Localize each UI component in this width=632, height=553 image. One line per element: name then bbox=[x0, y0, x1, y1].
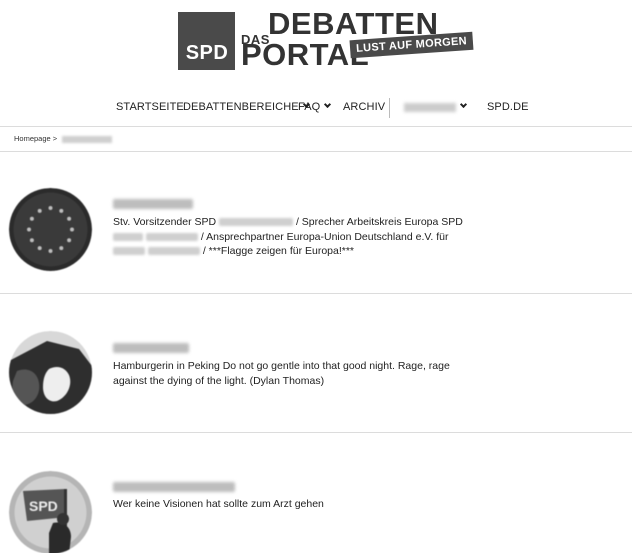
breadcrumb-separator: > bbox=[52, 134, 58, 143]
divider bbox=[0, 151, 632, 152]
nav-debattenbereiche-label: DEBATTENBEREICHE bbox=[183, 101, 299, 113]
nav-startseite[interactable]: STARTSEITE bbox=[116, 101, 184, 113]
avatar[interactable] bbox=[9, 188, 92, 271]
avatar[interactable]: SPD bbox=[9, 471, 92, 553]
profile-bio: Wer keine Visionen hat sollte zum Arzt g… bbox=[113, 498, 324, 510]
nav-debattenbereiche[interactable]: DEBATTENBEREICHE bbox=[183, 100, 310, 113]
profile-name-redacted[interactable] bbox=[113, 199, 193, 209]
nav-archiv[interactable]: ARCHIV bbox=[343, 101, 385, 113]
redacted-text bbox=[145, 232, 198, 241]
redacted-username bbox=[404, 102, 456, 112]
bio-text: Stv. Vorsitzender SPD bbox=[113, 216, 217, 228]
site-logo[interactable]: SPD DAS DEBATTEN PORTAL LUST AUF MORGEN bbox=[178, 8, 474, 70]
bio-text: / Ansprechpartner Europa-Union Deutschla… bbox=[200, 230, 449, 243]
spd-logo-box: SPD bbox=[178, 12, 235, 70]
profile-name-redacted[interactable] bbox=[113, 482, 235, 492]
nav-user-menu[interactable] bbox=[404, 100, 468, 113]
nav-faq-label: FAQ bbox=[298, 101, 321, 113]
avatar[interactable] bbox=[9, 331, 92, 414]
profile-bio: Hamburgerin in Peking Do not go gentle i… bbox=[113, 360, 450, 387]
profile-bio: Stv. Vorsitzender SPD / Sprecher Arbeits… bbox=[113, 215, 473, 259]
chevron-down-icon bbox=[324, 100, 332, 109]
breadcrumb-home[interactable]: Homepage bbox=[14, 134, 51, 143]
eu-flag-avatar-image bbox=[9, 188, 92, 271]
redacted-text bbox=[147, 247, 200, 256]
svg-text:SPD: SPD bbox=[29, 498, 58, 514]
chevron-down-icon bbox=[459, 100, 468, 109]
divider bbox=[0, 432, 632, 433]
bio-text: / ***Flagge zeigen für Europa!*** bbox=[202, 245, 355, 257]
breadcrumb-current-redacted bbox=[62, 135, 113, 143]
nav-faq[interactable]: FAQ bbox=[298, 100, 332, 113]
breadcrumb: Homepage > bbox=[14, 134, 113, 143]
flag-bearer-avatar-image: SPD bbox=[9, 471, 92, 553]
redacted-text bbox=[113, 247, 145, 256]
person-avatar-image bbox=[9, 331, 92, 414]
profile-name-redacted[interactable] bbox=[113, 343, 189, 353]
divider bbox=[0, 293, 632, 294]
spd-logo-text: SPD bbox=[185, 42, 229, 64]
logo-debatten-text: DEBATTEN bbox=[268, 6, 439, 41]
nav-spd-de[interactable]: SPD.DE bbox=[487, 101, 529, 113]
main-navigation: STARTSEITE DEBATTENBEREICHE FAQ ARCHIV S… bbox=[0, 98, 632, 118]
divider bbox=[0, 126, 632, 127]
redacted-text bbox=[219, 218, 294, 227]
redacted-text bbox=[113, 232, 143, 241]
nav-divider bbox=[389, 98, 390, 118]
bio-text: / Sprecher Arbeitskreis Europa SPD bbox=[295, 216, 463, 228]
